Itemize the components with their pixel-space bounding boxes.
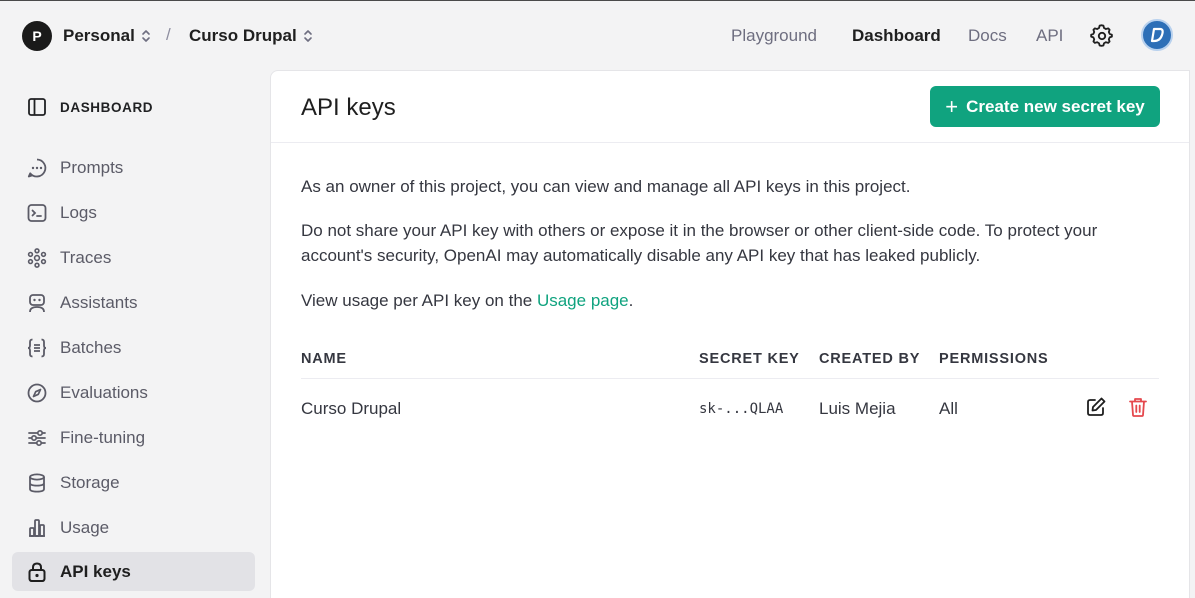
nav-playground[interactable]: Playground <box>731 26 817 46</box>
drupal-logo-icon <box>1150 27 1164 43</box>
sidebar-item-label: Prompts <box>60 157 124 177</box>
sidebar-item-label: Usage <box>60 517 110 537</box>
main-panel: API keys + Create new secret key As an o… <box>270 70 1190 598</box>
breadcrumb-separator: / <box>166 25 171 44</box>
trash-icon[interactable] <box>1127 396 1149 418</box>
column-header-secret-key: SECRET KEY <box>699 351 800 367</box>
compass-icon <box>26 382 48 404</box>
nav-docs[interactable]: Docs <box>968 26 1007 46</box>
sidebar-title: DASHBOARD <box>60 99 154 115</box>
sidebar-item-api-keys[interactable]: API keys <box>12 552 255 591</box>
cell-secret-key: sk-...QLAA <box>699 401 784 417</box>
table-divider <box>301 378 1159 379</box>
usage-prefix: View usage per API key on the <box>301 291 537 310</box>
braces-icon <box>26 337 48 359</box>
sidebar-item-evaluations[interactable]: Evaluations <box>12 373 255 412</box>
sidebar-header[interactable]: DASHBOARD <box>27 97 153 117</box>
column-header-created-by: CREATED BY <box>819 351 921 367</box>
column-header-permissions: PERMISSIONS <box>939 351 1049 367</box>
top-bar: P Personal / Curso Drupal Playground Das… <box>0 1 1195 69</box>
page-title: API keys <box>301 94 396 121</box>
sidebar-item-storage[interactable]: Storage <box>12 463 255 502</box>
user-avatar[interactable] <box>1141 19 1173 51</box>
sidebar: DASHBOARD Prompts Logs Traces Assistants… <box>0 69 270 598</box>
sidebar-item-logs[interactable]: Logs <box>12 193 255 232</box>
nav-api[interactable]: API <box>1036 26 1063 46</box>
org-avatar[interactable]: P <box>22 21 52 51</box>
bar-chart-icon <box>26 517 48 539</box>
sidebar-item-label: Evaluations <box>60 382 148 402</box>
edit-icon[interactable] <box>1085 396 1107 418</box>
cell-name: Curso Drupal <box>301 399 402 418</box>
warning-text: Do not share your API key with others or… <box>301 221 1098 265</box>
project-switcher[interactable]: Curso Drupal <box>189 26 297 46</box>
sidebar-item-label: Storage <box>60 472 120 492</box>
nav-dashboard[interactable]: Dashboard <box>852 26 941 46</box>
usage-suffix: . <box>628 291 634 310</box>
cell-created-by: Luis Mejia <box>819 399 896 418</box>
chevron-up-down-icon[interactable] <box>302 28 314 44</box>
sidebar-item-label: Logs <box>60 202 97 222</box>
chevron-up-down-icon[interactable] <box>140 28 152 44</box>
traces-icon <box>26 247 48 269</box>
sidebar-item-label: API keys <box>60 561 131 581</box>
cell-permissions: All <box>939 399 958 418</box>
usage-text: View usage per API key on the Usage page… <box>301 288 1141 313</box>
intro-text: As an owner of this project, you can vie… <box>301 177 911 196</box>
database-icon <box>26 472 48 494</box>
sidebar-item-traces[interactable]: Traces <box>12 238 255 277</box>
sidebar-item-label: Fine-tuning <box>60 427 146 447</box>
sidebar-toggle-icon[interactable] <box>27 97 47 117</box>
sidebar-item-fine-tuning[interactable]: Fine-tuning <box>12 418 255 457</box>
gear-icon[interactable] <box>1090 24 1114 48</box>
org-switcher[interactable]: Personal <box>63 26 135 46</box>
sidebar-item-label: Batches <box>60 337 122 357</box>
column-header-name: NAME <box>301 351 347 367</box>
robot-icon <box>26 292 48 314</box>
sidebar-item-usage[interactable]: Usage <box>12 508 255 547</box>
sidebar-item-assistants[interactable]: Assistants <box>12 283 255 322</box>
sidebar-item-label: Traces <box>60 247 112 267</box>
terminal-icon <box>26 202 48 224</box>
usage-page-link[interactable]: Usage page <box>537 291 629 310</box>
sidebar-item-prompts[interactable]: Prompts <box>12 148 255 187</box>
lock-icon <box>26 561 48 583</box>
page-header: API keys + Create new secret key <box>271 71 1189 143</box>
sidebar-item-batches[interactable]: Batches <box>12 328 255 367</box>
sliders-icon <box>26 427 48 449</box>
create-secret-key-button[interactable]: + Create new secret key <box>930 86 1160 127</box>
chat-bubble-icon <box>26 157 48 179</box>
plus-icon: + <box>945 93 959 119</box>
sidebar-item-label: Assistants <box>60 292 138 312</box>
create-secret-key-label: Create new secret key <box>966 96 1145 116</box>
